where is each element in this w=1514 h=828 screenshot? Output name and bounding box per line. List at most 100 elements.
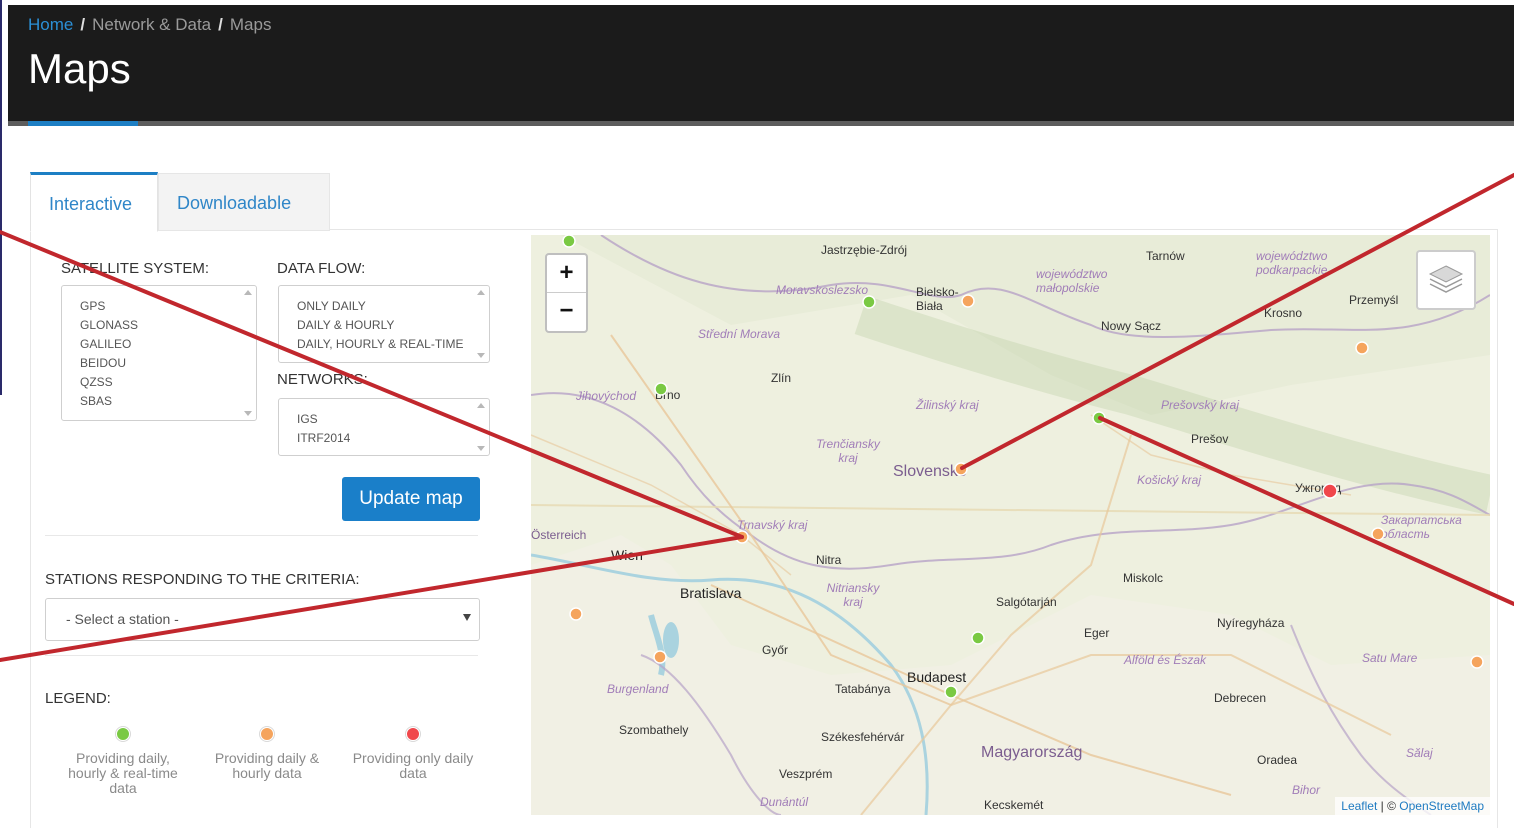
- update-map-button[interactable]: Update map: [342, 477, 480, 521]
- satellite-system-select[interactable]: GPS GLONASS GALILEO BEIDOU QZSS SBAS: [61, 285, 257, 421]
- map-attribution: Leaflet | © OpenStreetMap: [1335, 797, 1490, 815]
- map-label: Jihovýchod: [576, 389, 637, 403]
- map-label: Moravskoslezsko: [776, 283, 869, 297]
- attribution-separator: | ©: [1377, 799, 1400, 813]
- legend-item-daily: Providing only daily data: [348, 727, 478, 781]
- breadcrumb-home[interactable]: Home: [28, 15, 73, 34]
- map-label: Eger: [1084, 626, 1110, 640]
- left-strip: [0, 0, 8, 827]
- osm-link[interactable]: OpenStreetMap: [1399, 799, 1484, 813]
- network-option[interactable]: ITRF2014: [297, 431, 350, 445]
- map-label: Győr: [762, 643, 789, 657]
- layers-icon: [1428, 265, 1464, 293]
- scroll-down-icon[interactable]: [477, 353, 485, 358]
- data-flow-option[interactable]: DAILY & HOURLY: [297, 318, 394, 332]
- scroll-up-icon[interactable]: [477, 403, 485, 408]
- scroll-down-icon[interactable]: [244, 411, 252, 416]
- map-label: Kecskemét: [984, 798, 1044, 812]
- scroll-up-icon[interactable]: [477, 290, 485, 295]
- legend-item-hourly: Providing daily & hourly data: [202, 727, 332, 781]
- map-label: Székesfehérvár: [821, 730, 905, 744]
- header-accent: [28, 121, 138, 126]
- leaflet-link[interactable]: Leaflet: [1341, 799, 1377, 813]
- data-flow-select[interactable]: ONLY DAILY DAILY & HOURLY DAILY, HOURLY …: [278, 285, 490, 363]
- map-label: Oradea: [1257, 753, 1298, 767]
- page-header: Home / Network & Data / Maps Maps: [8, 5, 1514, 121]
- legend-title: LEGEND:: [45, 690, 111, 707]
- listbox-scrollbar[interactable]: [242, 290, 254, 416]
- map-label: Sălaj: [1406, 746, 1433, 760]
- map-label: Szombathely: [619, 723, 689, 737]
- satellite-option[interactable]: QZSS: [80, 375, 113, 389]
- map-label: Košický kraj: [1137, 473, 1202, 487]
- map-view[interactable]: Jastrzębie-Zdrój Tarnów województwo podk…: [531, 235, 1490, 815]
- tab-interactive[interactable]: Interactive: [30, 172, 158, 232]
- map-label: Jastrzębie-Zdrój: [821, 243, 908, 257]
- page-title: Maps: [28, 45, 131, 92]
- satellite-option[interactable]: GLONASS: [80, 318, 138, 332]
- map-label: Slovensko: [893, 463, 967, 480]
- divider: [45, 655, 478, 656]
- map-label: Debrecen: [1214, 691, 1267, 705]
- map-label: Wien: [611, 547, 643, 563]
- map-label: Trnavský kraj: [737, 518, 808, 532]
- map-label: Zlín: [771, 371, 792, 385]
- map-label: Dunántúl: [760, 795, 809, 809]
- satellite-option[interactable]: GALILEO: [80, 337, 131, 351]
- breadcrumb-separator: /: [218, 15, 223, 34]
- zoom-in-button[interactable]: +: [547, 255, 586, 293]
- breadcrumb-section[interactable]: Network & Data: [92, 15, 211, 34]
- left-rule: [0, 0, 2, 395]
- map-label: Ужгород: [1295, 481, 1342, 495]
- map-label: Alföld és Észak: [1124, 653, 1207, 667]
- legend-text: Providing only daily data: [352, 750, 474, 781]
- listbox-scrollbar[interactable]: [475, 290, 487, 358]
- station-select-value: - Select a station -: [66, 611, 179, 627]
- map-label: Nyíregyháza: [1217, 616, 1285, 630]
- map-label: Tarnów: [1146, 249, 1185, 263]
- network-option[interactable]: IGS: [297, 412, 318, 426]
- networks-select[interactable]: IGS ITRF2014: [278, 398, 490, 456]
- map-label: Veszprém: [779, 767, 833, 781]
- zoom-out-button[interactable]: −: [547, 293, 586, 330]
- map-label: Miskolc: [1123, 571, 1164, 585]
- scroll-down-icon[interactable]: [477, 446, 485, 451]
- map-label: Österreich: [531, 528, 587, 542]
- map-label: Nowy Sącz: [1101, 319, 1162, 333]
- legend-item-realtime: Providing daily, hourly & real-time data: [58, 727, 188, 796]
- red-marker-icon: [406, 727, 420, 741]
- map-label: Nitra: [816, 553, 842, 567]
- map-label: Prešov: [1191, 432, 1229, 446]
- map-label: Bielsko-Biała: [916, 285, 959, 313]
- data-flow-option[interactable]: DAILY, HOURLY & REAL-TIME: [297, 337, 469, 351]
- networks-label: NETWORKS:: [277, 371, 368, 388]
- legend-text: Providing daily, hourly & real-time data: [68, 750, 178, 796]
- satellite-option[interactable]: BEIDOU: [80, 356, 126, 370]
- map-label: Trenčiansky kraj: [816, 437, 880, 465]
- map-label: Burgenland: [607, 682, 669, 696]
- station-select[interactable]: - Select a station -: [45, 598, 480, 641]
- map-label: Закарпатська область: [1381, 513, 1462, 541]
- map-label: Nitriansky kraj: [826, 581, 880, 609]
- map-label: Budapest: [907, 669, 967, 685]
- satellite-option[interactable]: SBAS: [80, 394, 112, 408]
- breadcrumb: Home / Network & Data / Maps: [28, 15, 271, 35]
- map-label: Krosno: [1264, 306, 1303, 320]
- map-label: Střední Morava: [698, 327, 781, 341]
- map-label: Satu Mare: [1362, 651, 1418, 665]
- listbox-scrollbar[interactable]: [475, 403, 487, 451]
- satellite-option[interactable]: GPS: [80, 299, 105, 313]
- legend-text: Providing daily & hourly data: [214, 750, 320, 781]
- map-label: Brno: [655, 388, 681, 402]
- layers-button[interactable]: [1416, 250, 1476, 310]
- tab-downloadable[interactable]: Downloadable: [158, 173, 330, 231]
- data-flow-option[interactable]: ONLY DAILY: [297, 299, 366, 313]
- header-underline: [8, 121, 1514, 126]
- divider: [45, 535, 478, 536]
- orange-marker-icon: [260, 727, 274, 741]
- chevron-down-icon[interactable]: [463, 614, 471, 621]
- map-label: województwo małopolskie: [1036, 267, 1108, 295]
- zoom-control: + −: [545, 253, 588, 333]
- breadcrumb-current: Maps: [229, 15, 272, 34]
- scroll-up-icon[interactable]: [244, 290, 252, 295]
